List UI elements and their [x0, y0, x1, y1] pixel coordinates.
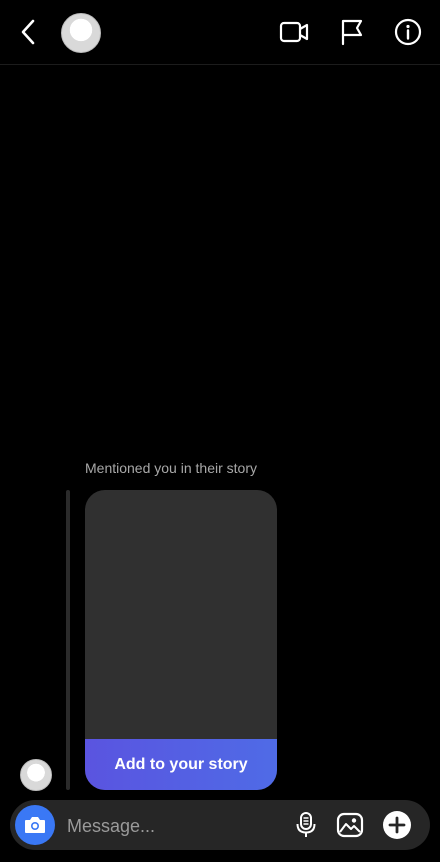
sender-avatar[interactable] [20, 759, 52, 791]
camera-icon [25, 817, 45, 833]
message-input[interactable] [65, 810, 279, 842]
gallery-icon [336, 812, 364, 838]
report-button[interactable] [337, 17, 367, 47]
message-composer [10, 800, 430, 850]
flag-icon [341, 19, 363, 46]
plus-circle-icon [383, 811, 411, 839]
info-button[interactable] [393, 17, 423, 47]
gallery-button[interactable] [335, 810, 365, 840]
more-options-button[interactable] [382, 810, 412, 840]
reply-thread-line [66, 490, 70, 790]
voice-message-button[interactable] [291, 810, 321, 840]
chevron-left-icon [21, 19, 35, 45]
mention-caption: Mentioned you in their story [85, 460, 257, 476]
info-icon [394, 18, 422, 46]
contact-avatar[interactable] [61, 13, 101, 53]
camera-button[interactable] [15, 805, 55, 845]
story-preview-card[interactable]: Add to your story [85, 490, 277, 790]
chat-header [0, 0, 440, 65]
video-call-button[interactable] [279, 17, 309, 47]
video-camera-icon [279, 21, 309, 43]
microphone-icon [296, 812, 316, 837]
add-to-story-button[interactable]: Add to your story [85, 739, 277, 790]
back-button[interactable] [14, 18, 42, 46]
